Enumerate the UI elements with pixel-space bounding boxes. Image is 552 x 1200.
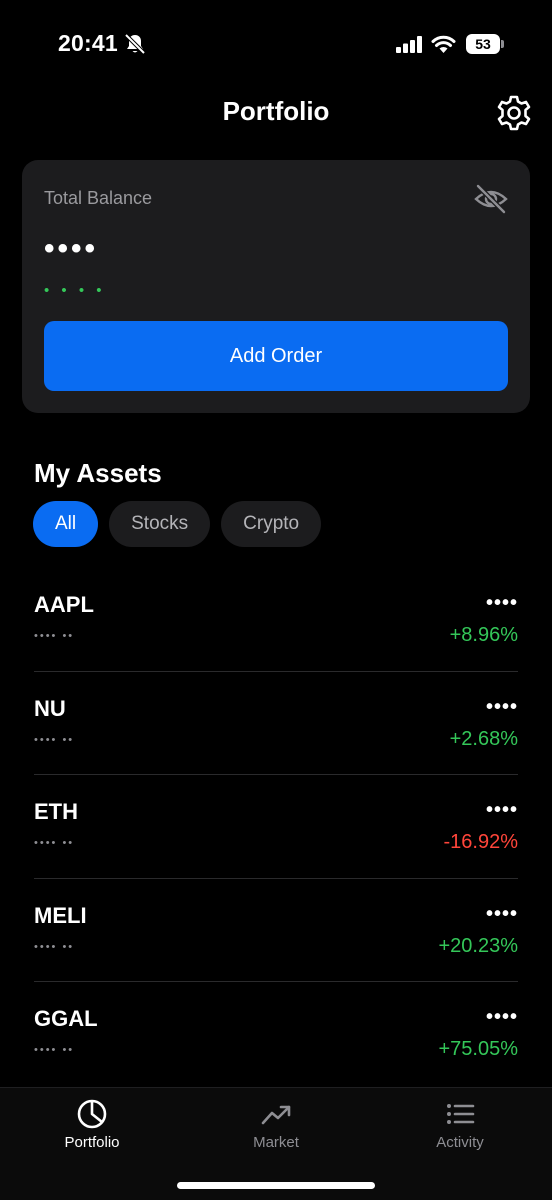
tab-activity[interactable]: Activity <box>400 1098 520 1151</box>
filter-chip-stocks[interactable]: Stocks <box>109 501 211 547</box>
tab-label: Market <box>253 1134 299 1151</box>
bell-slash-icon <box>125 33 145 55</box>
asset-quantity: •••• •• <box>34 733 75 746</box>
asset-row-ggal[interactable]: GGAL •••• •• •••• +75.05% <box>34 982 518 1086</box>
add-order-button[interactable]: Add Order <box>44 321 508 391</box>
filter-chip-crypto[interactable]: Crypto <box>221 501 322 547</box>
asset-value: •••• <box>485 799 518 821</box>
balance-value: •••• <box>44 232 99 265</box>
cellular-signal-icon <box>396 36 422 53</box>
asset-change: +20.23% <box>438 934 518 957</box>
status-time: 20:41 <box>58 30 118 56</box>
section-title-my-assets: My Assets <box>34 458 162 488</box>
tab-portfolio[interactable]: Portfolio <box>32 1098 152 1151</box>
balance-change: • • • • <box>44 282 106 299</box>
asset-symbol: GGAL <box>34 1006 98 1031</box>
asset-row-aapl[interactable]: AAPL •••• •• •••• +8.96% <box>34 568 518 672</box>
tab-label: Activity <box>436 1134 484 1151</box>
asset-filter-chips: All Stocks Crypto <box>33 501 322 547</box>
bottom-tab-bar: Portfolio Market Activity <box>0 1087 552 1200</box>
battery-indicator: 53 <box>466 34 504 54</box>
asset-symbol: NU <box>34 695 66 721</box>
asset-row-eth[interactable]: ETH •••• •• •••• -16.92% <box>34 775 518 879</box>
asset-row-meli[interactable]: MELI •••• •• •••• +20.23% <box>34 879 518 982</box>
asset-value: •••• <box>485 695 518 718</box>
portfolio-screen: 20:41 53 Portfolio Total Balance •••• • … <box>0 0 552 1200</box>
asset-quantity: •••• •• <box>34 1044 75 1056</box>
asset-change: +2.68% <box>449 727 518 750</box>
asset-symbol: MELI <box>34 902 87 928</box>
battery-level: 53 <box>475 36 491 52</box>
pie-chart-icon <box>77 1099 107 1129</box>
asset-row-nu[interactable]: NU •••• •• •••• +2.68% <box>34 672 518 775</box>
home-indicator[interactable] <box>177 1182 375 1189</box>
tab-label: Portfolio <box>64 1134 120 1151</box>
asset-change: +75.05% <box>438 1038 518 1060</box>
asset-list: AAPL •••• •• •••• +8.96% NU •••• •• ••••… <box>34 568 518 1086</box>
gear-icon[interactable] <box>494 93 534 133</box>
asset-change: +8.96% <box>449 624 518 646</box>
trending-up-icon <box>261 1105 291 1125</box>
asset-quantity: •••• •• <box>34 837 75 849</box>
list-icon <box>447 1104 475 1124</box>
asset-value: •••• <box>485 592 518 614</box>
asset-change: -16.92% <box>443 831 519 853</box>
eye-slash-icon[interactable] <box>474 184 508 214</box>
asset-value: •••• <box>485 902 518 925</box>
asset-symbol: ETH <box>34 799 78 824</box>
status-bar: 20:41 53 <box>0 0 552 90</box>
asset-quantity: •••• •• <box>34 940 75 953</box>
balance-label: Total Balance <box>44 188 153 208</box>
page-title: Portfolio <box>222 96 330 126</box>
filter-chip-all[interactable]: All <box>33 501 99 547</box>
tab-market[interactable]: Market <box>216 1098 336 1151</box>
asset-value: •••• <box>485 1006 518 1028</box>
balance-card: Total Balance •••• • • • • Add Order <box>22 160 530 413</box>
asset-symbol: AAPL <box>34 592 94 617</box>
asset-quantity: •••• •• <box>34 630 75 642</box>
battery-cap <box>501 40 504 48</box>
wifi-icon <box>431 35 456 53</box>
